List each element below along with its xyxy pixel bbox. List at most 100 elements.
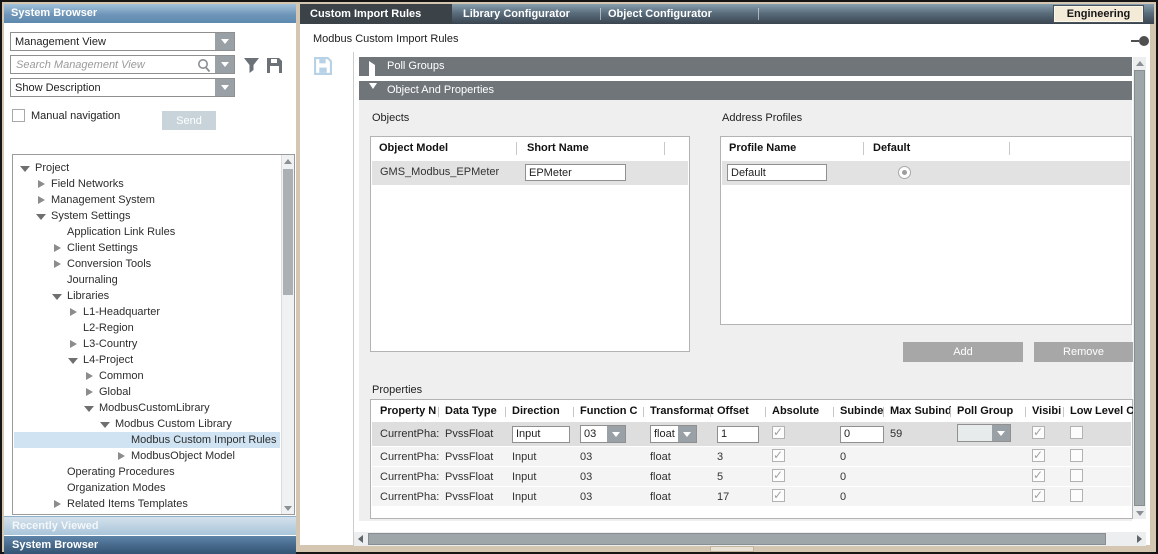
tree-collapsed-icon[interactable] [68,339,79,350]
tree-item-project[interactable]: Project [14,160,280,176]
profile-name-input[interactable] [727,164,827,181]
pin-icon[interactable] [1131,36,1149,46]
scroll-down-icon[interactable] [282,502,294,514]
tree-item-organization-modes[interactable]: Organization Modes [14,480,280,496]
visibility-checkbox[interactable] [1032,489,1045,502]
tree-item-client-settings[interactable]: Client Settings [14,240,280,256]
absolute-checkbox[interactable] [772,469,785,482]
description-selector[interactable]: Show Description [10,78,235,97]
poll-group-select[interactable] [957,424,1011,442]
tree-collapsed-icon[interactable] [84,371,95,382]
filter-icon[interactable] [243,57,260,77]
property-row[interactable]: CurrentPha: PvssFloat Input 03 float 3 0 [372,446,1131,466]
tree-item-common[interactable]: Common [14,368,280,384]
tree-item-related-items-templates[interactable]: Related Items Templates [14,496,280,512]
property-row[interactable]: CurrentPha: PvssFloat Input 03 float 5 0 [372,466,1131,486]
section-object-and-properties[interactable]: Object And Properties [359,81,1132,100]
tree-expanded-icon[interactable] [84,403,95,414]
direction-input[interactable] [512,426,570,443]
tree-collapsed-icon[interactable] [52,243,63,254]
section-poll-groups[interactable]: Poll Groups [359,57,1132,76]
chevron-down-icon[interactable] [678,426,696,442]
scroll-up-icon[interactable] [1133,57,1146,69]
scroll-right-icon[interactable] [1133,532,1146,546]
transformation-select[interactable]: float [650,425,697,443]
search-dropdown-icon[interactable] [215,56,234,73]
engineering-mode-button[interactable]: Engineering [1053,5,1144,23]
vertical-scrollbar-thumb[interactable] [1134,70,1145,506]
tree-item-modbus-custom-import-rules[interactable]: Modbus Custom Import Rules [14,432,280,448]
chevron-down-icon[interactable] [607,426,625,442]
tab-custom-import-rules[interactable]: Custom Import Rules [300,4,452,24]
property-row[interactable]: CurrentPha: PvssFloat Input 03 float 17 … [372,486,1131,506]
tree-collapsed-icon[interactable] [116,451,127,462]
low-level-checkbox[interactable] [1070,489,1083,502]
tree-collapsed-icon[interactable] [36,179,47,190]
tree-item-application-link-rules[interactable]: Application Link Rules [14,224,280,240]
short-name-input[interactable] [525,164,626,181]
default-profile-radio[interactable] [898,166,911,179]
chevron-down-icon[interactable] [215,79,234,96]
tree-item-l1-headquarter[interactable]: L1-Headquarter [14,304,280,320]
send-button[interactable]: Send [162,111,216,130]
tree-item-l4-project[interactable]: L4-Project [14,352,280,368]
tree-collapsed-icon[interactable] [84,387,95,398]
tree-item-field-networks[interactable]: Field Networks [14,176,280,192]
tree-item-l2-region[interactable]: L2-Region [14,320,280,336]
subindex-input[interactable] [840,426,884,443]
tree-scrollbar[interactable] [281,155,294,514]
objects-row[interactable]: GMS_Modbus_EPMeter [372,161,688,185]
tree-collapsed-icon[interactable] [36,195,47,206]
chevron-down-icon[interactable] [215,33,234,50]
horizontal-scrollbar[interactable] [354,532,1146,546]
visibility-checkbox[interactable] [1032,469,1045,482]
tree-expanded-icon[interactable] [36,211,47,222]
tree-collapsed-icon[interactable] [52,499,63,510]
scroll-down-icon[interactable] [1133,507,1146,519]
tree-item-conversion-tools[interactable]: Conversion Tools [14,256,280,272]
tree-scrollbar-thumb[interactable] [283,169,293,295]
absolute-checkbox[interactable] [772,489,785,502]
vertical-scrollbar[interactable] [1133,57,1146,519]
window-resize-grip[interactable] [710,546,754,552]
tree-item-system-settings[interactable]: System Settings [14,208,280,224]
visibility-checkbox[interactable] [1032,426,1045,439]
address-profile-row[interactable] [722,161,1130,185]
collapsed-arrow-icon[interactable] [369,62,375,81]
tab-library-configurator[interactable]: Library Configurator [463,4,570,24]
tab-object-configurator[interactable]: Object Configurator [608,4,712,24]
tree-item-modbuscustomlibrary[interactable]: ModbusCustomLibrary [14,400,280,416]
scroll-left-icon[interactable] [354,532,367,546]
manual-navigation-checkbox[interactable] [12,109,25,122]
save-icon[interactable] [266,57,283,77]
visibility-checkbox[interactable] [1032,449,1045,462]
absolute-checkbox[interactable] [772,449,785,462]
low-level-checkbox[interactable] [1070,426,1083,439]
tree-item-management-system[interactable]: Management System [14,192,280,208]
offset-input[interactable] [717,426,759,443]
tree-item-libraries[interactable]: Libraries [14,288,280,304]
tree-item-modbus-custom-library[interactable]: Modbus Custom Library [14,416,280,432]
low-level-checkbox[interactable] [1070,469,1083,482]
view-selector[interactable]: Management View [10,32,235,51]
tree-collapsed-icon[interactable] [52,259,63,270]
tree-item-journaling[interactable]: Journaling [14,272,280,288]
tree-item-operating-procedures[interactable]: Operating Procedures [14,464,280,480]
absolute-checkbox[interactable] [772,426,785,439]
tree-expanded-icon[interactable] [100,419,111,430]
add-button[interactable]: Add [903,342,1023,362]
property-row-selected[interactable]: CurrentPha: PvssFloat 03 float 59 [372,422,1131,446]
chevron-down-icon[interactable] [992,425,1010,441]
tree-item-l3-country[interactable]: L3-Country [14,336,280,352]
search-icon[interactable] [197,58,211,76]
save-disabled-icon[interactable] [314,57,332,78]
remove-button[interactable]: Remove [1034,342,1133,362]
system-browser-bar[interactable]: System Browser [4,536,296,554]
function-code-select[interactable]: 03 [580,425,626,443]
scroll-up-icon[interactable] [282,155,294,167]
tree-item-modbusobject-model[interactable]: ModbusObject Model [14,448,280,464]
horizontal-scrollbar-thumb[interactable] [368,533,1106,545]
search-box[interactable]: Search Management View [10,55,235,74]
recently-viewed-bar[interactable]: Recently Viewed [4,516,296,535]
tree-expanded-icon[interactable] [68,355,79,366]
